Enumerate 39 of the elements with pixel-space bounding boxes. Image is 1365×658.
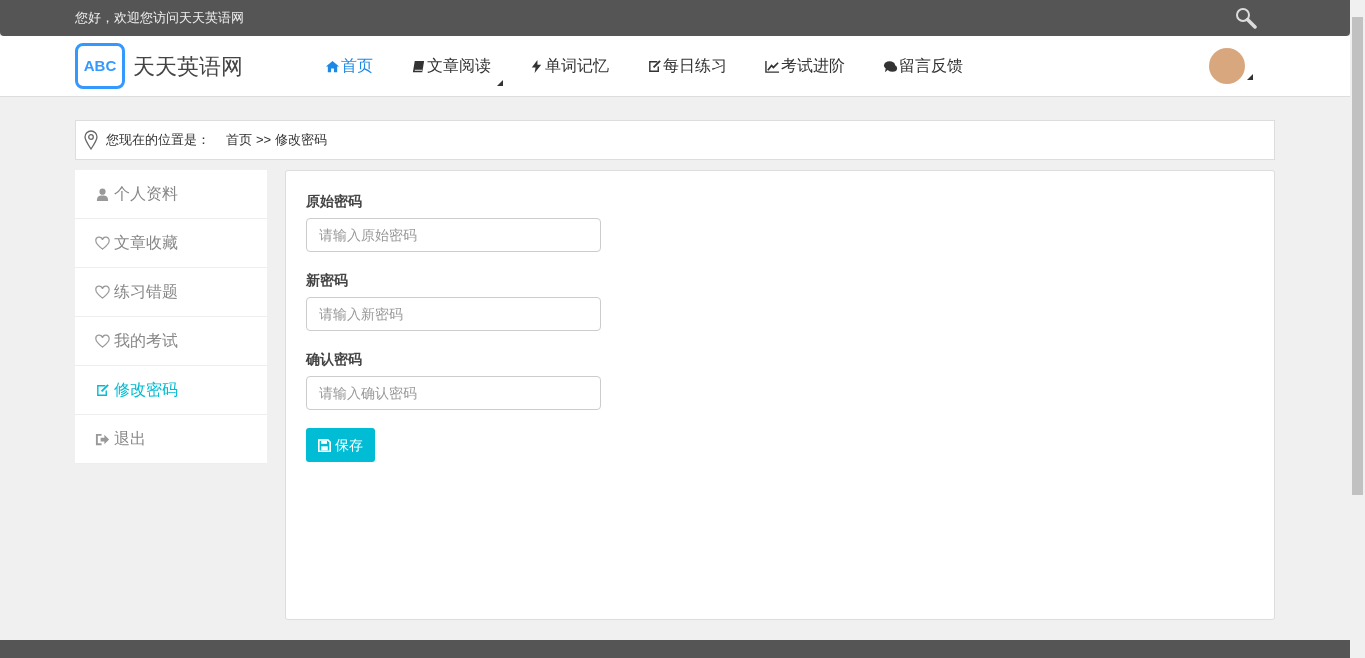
breadcrumb-separator: >> [256, 131, 272, 150]
field-label: 确认密码 [306, 350, 363, 369]
password-field[interactable]: 请输入新密码 [306, 297, 601, 331]
nav-link[interactable]: 每日练习 [647, 50, 727, 82]
greeting-text: 您好，欢迎您访问天天英语网 [75, 9, 244, 28]
nav-link[interactable]: 考试进阶 [765, 50, 845, 82]
field-label: 新密码 [306, 271, 349, 290]
sidebar-item[interactable]: 个人资料 [75, 170, 267, 219]
nav-link[interactable]: 文章阅读 [411, 50, 491, 82]
breadcrumb-label: 您现在的位置是： [106, 131, 210, 150]
search-icon[interactable] [1235, 7, 1257, 29]
site-title[interactable]: 天天英语网 [133, 49, 243, 83]
avatar[interactable] [1209, 48, 1245, 84]
logo-icon: ABC [75, 43, 125, 89]
caret-icon [1247, 74, 1253, 80]
person-icon [95, 186, 110, 202]
line-chart-icon [765, 58, 780, 74]
nav-link[interactable]: 单词记忆 [529, 50, 609, 82]
heart-icon [95, 333, 110, 349]
password-field[interactable]: 请输入原始密码 [306, 218, 601, 252]
breadcrumb-link[interactable]: 修改密码 [275, 130, 328, 150]
breadcrumb-link[interactable]: 首页 [226, 130, 252, 150]
nav-link[interactable]: 首页 [325, 50, 373, 82]
sidebar-item[interactable]: 我的考试 [75, 317, 267, 366]
exit-icon [95, 431, 110, 447]
house-icon [325, 58, 340, 74]
book-icon [411, 58, 426, 74]
heart-icon [95, 235, 110, 251]
nav-link[interactable]: 留言反馈 [883, 50, 963, 82]
edit-icon [95, 382, 110, 398]
password-field[interactable]: 请输入确认密码 [306, 376, 601, 410]
field-label: 原始密码 [306, 192, 363, 211]
heart-icon [95, 284, 110, 300]
sidebar-item[interactable]: 退出 [75, 415, 267, 464]
map-pin-icon [84, 130, 98, 150]
sidebar-item[interactable]: 文章收藏 [75, 219, 267, 268]
edit-icon [647, 58, 662, 74]
sidebar-item[interactable]: 练习错题 [75, 268, 267, 317]
speech-bubbles-icon [883, 58, 898, 74]
